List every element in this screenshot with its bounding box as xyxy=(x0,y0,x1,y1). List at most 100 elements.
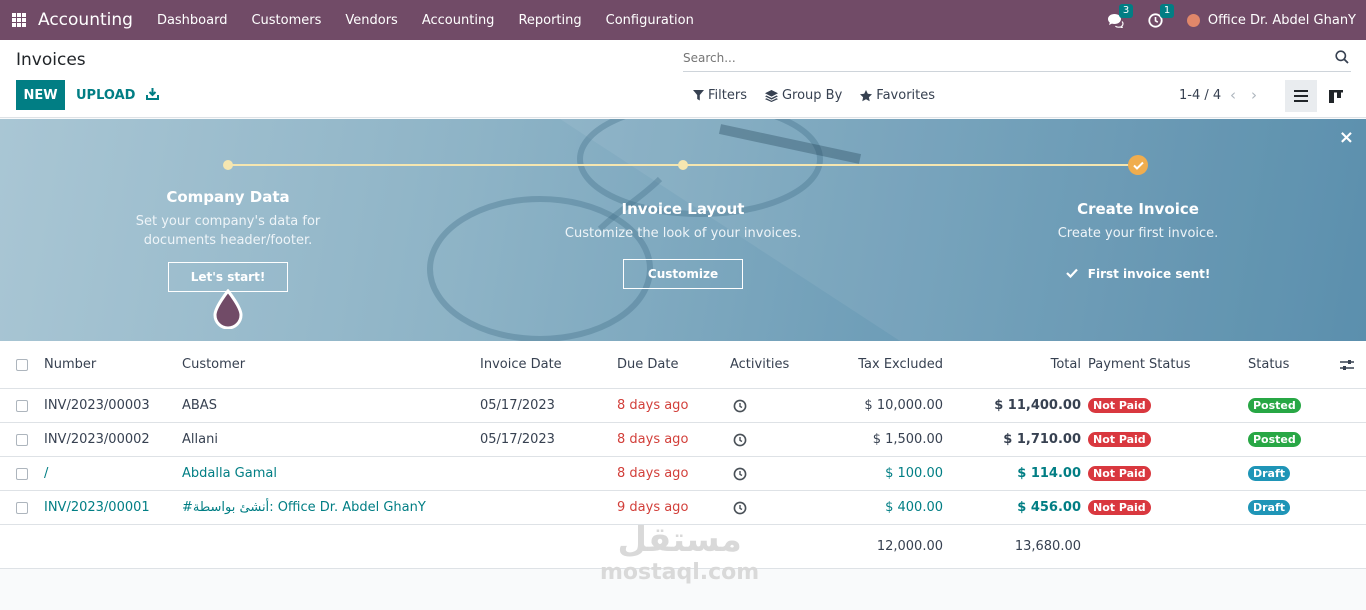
select-all-checkbox[interactable] xyxy=(16,358,28,371)
column-number[interactable]: Number xyxy=(44,341,96,388)
check-icon xyxy=(1065,268,1078,279)
column-invoice-date[interactable]: Invoice Date xyxy=(480,341,562,388)
menu-configuration[interactable]: Configuration xyxy=(594,13,706,28)
column-total[interactable]: Total xyxy=(960,341,1081,388)
watermark-arabic: مستقل xyxy=(617,520,742,560)
customer-name: Allani xyxy=(182,432,218,447)
customer-name: #أنشئ بواسطة: Office Dr. Abdel GhanY xyxy=(182,500,426,515)
table-header: Number Customer Invoice Date Due Date Ac… xyxy=(0,341,1366,389)
search-input[interactable] xyxy=(683,46,1323,65)
activity-clock-icon[interactable] xyxy=(733,433,747,447)
invoice-number: INV/2023/00003 xyxy=(44,398,150,413)
status-badge: Draft xyxy=(1248,466,1291,481)
due-date: 8 days ago xyxy=(617,466,689,481)
step-description: Create your first invoice. xyxy=(1057,226,1219,241)
menu-customers[interactable]: Customers xyxy=(239,13,333,28)
control-panel: Invoices NEW UPLOAD Filters Group By Fav… xyxy=(0,40,1366,118)
activities-button[interactable]: 1 xyxy=(1148,3,1175,28)
step-create-invoice: Create Invoice Create your first invoice… xyxy=(978,200,1298,282)
tax-excluded: $ 400.00 xyxy=(885,500,943,515)
favorites-button[interactable]: Favorites xyxy=(860,88,935,103)
menu-vendors[interactable]: Vendors xyxy=(333,13,409,28)
menu-accounting[interactable]: Accounting xyxy=(410,13,507,28)
tax-excluded: $ 1,500.00 xyxy=(872,432,943,447)
download-icon[interactable] xyxy=(146,87,159,100)
invoice-number: / xyxy=(44,466,49,481)
column-settings-icon[interactable] xyxy=(1340,359,1354,371)
column-activities[interactable]: Activities xyxy=(730,341,789,388)
table-row[interactable]: INV/2023/00002 Allani 05/17/2023 8 days … xyxy=(0,423,1366,457)
payment-status-badge: Not Paid xyxy=(1088,398,1151,413)
watermark: مستقل mostaql.com xyxy=(600,520,759,585)
total: $ 1,710.00 xyxy=(1003,432,1081,447)
close-icon[interactable]: × xyxy=(1339,127,1354,148)
tax-excluded: $ 100.00 xyxy=(885,466,943,481)
column-customer[interactable]: Customer xyxy=(182,341,245,388)
list-icon xyxy=(1294,90,1308,102)
menu-reporting[interactable]: Reporting xyxy=(506,13,593,28)
step-description: Set your company's data for documents he… xyxy=(135,214,321,248)
activity-clock-icon[interactable] xyxy=(733,467,747,481)
kanban-icon xyxy=(1329,89,1343,103)
row-checkbox[interactable] xyxy=(16,501,28,514)
table-row[interactable]: INV/2023/00003 ABAS 05/17/2023 8 days ag… xyxy=(0,389,1366,423)
apps-grid-icon[interactable] xyxy=(12,13,26,27)
step-invoice-layout: Invoice Layout Customize the look of you… xyxy=(523,200,843,289)
pager-next-icon[interactable]: › xyxy=(1251,86,1257,104)
menu-dashboard[interactable]: Dashboard xyxy=(145,13,240,28)
messages-button[interactable]: 3 xyxy=(1107,3,1134,28)
column-tax-excluded[interactable]: Tax Excluded xyxy=(800,341,943,388)
table-row[interactable]: / Abdalla Gamal 8 days ago $ 100.00 $ 11… xyxy=(0,457,1366,491)
search-bar xyxy=(683,46,1351,72)
search-icon[interactable] xyxy=(1335,50,1349,64)
customer-name: Abdalla Gamal xyxy=(182,466,277,481)
customer-name: ABAS xyxy=(182,398,217,413)
step-dot-company xyxy=(223,160,233,170)
column-due-date[interactable]: Due Date xyxy=(617,341,678,388)
total: $ 456.00 xyxy=(1017,500,1081,515)
new-button[interactable]: NEW xyxy=(16,80,65,110)
filter-icon xyxy=(693,90,704,101)
kanban-view-button[interactable] xyxy=(1320,80,1352,112)
payment-status-badge: Not Paid xyxy=(1088,500,1151,515)
favorites-label: Favorites xyxy=(876,88,936,103)
step-title: Company Data xyxy=(166,188,290,206)
watermark-latin: mostaql.com xyxy=(600,560,760,585)
due-date: 8 days ago xyxy=(617,398,689,413)
total: $ 11,400.00 xyxy=(994,398,1081,413)
company-avatar xyxy=(1186,13,1200,27)
pager-value[interactable]: 1-4 / 4 xyxy=(1179,88,1221,103)
step-title: Invoice Layout xyxy=(621,200,745,218)
customize-button[interactable]: Customize xyxy=(623,259,743,289)
layers-icon xyxy=(764,89,778,102)
upload-button[interactable]: UPLOAD xyxy=(76,88,135,103)
payment-status-badge: Not Paid xyxy=(1088,466,1151,481)
company-switcher[interactable]: Office Dr. Abdel GhanY xyxy=(1208,13,1356,28)
activity-clock-icon[interactable] xyxy=(733,399,747,413)
star-icon xyxy=(860,89,873,101)
list-view-button[interactable] xyxy=(1285,80,1317,112)
pager-previous-icon[interactable]: ‹ xyxy=(1230,86,1236,104)
app-brand[interactable]: Accounting xyxy=(38,10,133,30)
invoice-number: INV/2023/00001 xyxy=(44,500,150,515)
row-checkbox[interactable] xyxy=(16,433,28,446)
step-dot-layout xyxy=(678,160,688,170)
lets-start-button[interactable]: Let's start! xyxy=(168,262,288,292)
status-badge: Draft xyxy=(1248,500,1291,515)
row-checkbox[interactable] xyxy=(16,399,28,412)
step-company-data: Company Data Set your company's data for… xyxy=(68,188,388,292)
tax-excluded: $ 10,000.00 xyxy=(864,398,943,413)
onboarding-banner: × Company Data Set your company's data f… xyxy=(0,119,1366,341)
payment-status-badge: Not Paid xyxy=(1088,432,1151,447)
top-navbar: Accounting Dashboard Customers Vendors A… xyxy=(0,0,1366,40)
grand-total: 13,680.00 xyxy=(1014,539,1081,554)
status-badge: Posted xyxy=(1248,398,1301,413)
filters-button[interactable]: Filters xyxy=(693,88,747,103)
groupby-button[interactable]: Group By xyxy=(764,88,842,103)
column-payment-status[interactable]: Payment Status xyxy=(1088,341,1190,388)
messages-badge: 3 xyxy=(1118,3,1134,18)
invoice-date: 05/17/2023 xyxy=(480,432,555,447)
row-checkbox[interactable] xyxy=(16,467,28,480)
activity-clock-icon[interactable] xyxy=(733,501,747,515)
column-status[interactable]: Status xyxy=(1248,341,1289,388)
